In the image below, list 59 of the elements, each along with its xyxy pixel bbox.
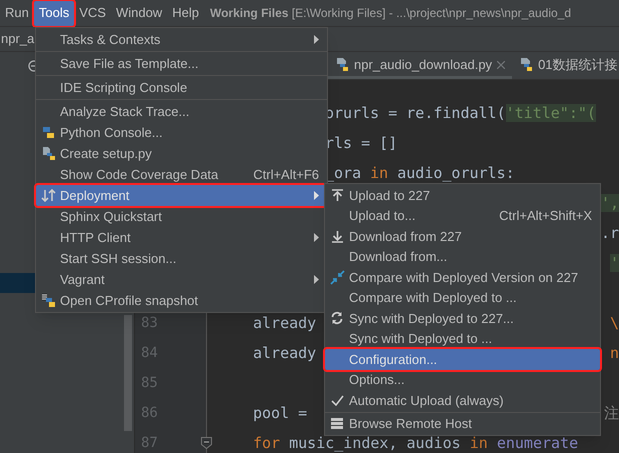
menu-item[interactable]: Open CProfile snapshot — [36, 290, 327, 311]
download-icon — [330, 230, 344, 243]
menu-item[interactable]: Python Console... — [36, 122, 327, 143]
project-tab[interactable]: npr_a — [1, 29, 34, 49]
menu-item[interactable]: Window — [110, 0, 168, 26]
python-file-icon — [335, 57, 349, 72]
server-list-icon — [330, 417, 344, 430]
code-text: pool = — [253, 402, 308, 424]
code-text: 注 — [604, 402, 619, 424]
menu-item[interactable]: Show Code Coverage Data Ctrl+Alt+F6 — [36, 164, 327, 185]
up-down-arrows-icon — [40, 189, 56, 202]
code-text: already — [253, 312, 316, 334]
check-icon — [330, 394, 344, 406]
menu-item[interactable]: Deployment — [36, 185, 327, 206]
menu-item[interactable]: Options... — [325, 370, 600, 390]
python-icon — [40, 293, 56, 308]
menu-item[interactable]: Sync with Deployed to 227... — [325, 308, 600, 328]
menu-item[interactable]: Upload to 227 — [325, 185, 600, 206]
code-text: .r — [600, 222, 619, 244]
menu-item[interactable]: Sync with Deployed to ... — [325, 328, 600, 349]
code-text: already — [253, 342, 316, 364]
menu-item[interactable]: Run — [0, 0, 34, 26]
close-icon[interactable] — [497, 60, 506, 68]
menu-item[interactable]: Browse Remote Host — [325, 414, 600, 434]
menu-item[interactable]: Start SSH session... — [36, 248, 327, 269]
python-file-icon — [519, 57, 534, 72]
menu-item[interactable]: Analyze Stack Trace... — [36, 101, 327, 122]
code-text: _ora in audio_orurls: — [325, 162, 515, 184]
editor-tab[interactable]: 01数据统计接 — [512, 53, 619, 79]
code-text: \ — [610, 312, 619, 334]
menu-item[interactable]: Configuration... — [325, 349, 600, 370]
menu-item[interactable]: Compare with Deployed to ... — [325, 288, 600, 308]
scrollbar-thumb[interactable] — [124, 315, 132, 431]
menu-item[interactable]: Compare with Deployed Version on 227 — [325, 267, 600, 288]
code-text: ', — [600, 192, 619, 214]
menu-item[interactable]: IDE Scripting Console — [36, 77, 327, 98]
fold-icon[interactable] — [201, 437, 212, 449]
menu-item[interactable]: Upload to... Ctrl+Alt+Shift+X — [325, 206, 600, 226]
code-text: n — [610, 342, 619, 364]
upload-icon — [330, 188, 344, 202]
sync-icon — [330, 311, 344, 326]
menu-item[interactable]: Vagrant — [36, 269, 327, 290]
menu-item[interactable]: Download from... — [325, 246, 600, 267]
menu-item[interactable]: Help — [167, 0, 204, 26]
menu-item[interactable]: Save File as Template... — [36, 53, 327, 74]
menu-item[interactable]: Tools — [34, 0, 74, 26]
menu-item[interactable]: Sphinx Quickstart — [36, 206, 327, 227]
compare-arrows-icon — [330, 270, 344, 285]
menu-item[interactable]: Tasks & Contexts — [36, 29, 327, 50]
python-file-icon — [40, 146, 56, 161]
window-title: Working Files [E:\Working Files] - ...\project\npr_news\npr_audio_d — [210, 5, 572, 22]
code-text: ' — [610, 252, 619, 274]
menu-item[interactable]: VCS — [74, 0, 111, 26]
menu-item[interactable]: HTTP Client — [36, 227, 327, 248]
menu-item[interactable]: Automatic Upload (always) — [325, 390, 600, 410]
python-icon — [40, 125, 56, 140]
menu-item[interactable]: Create setup.py — [36, 143, 327, 164]
code-text: for music_index, audios in enumerate — [253, 432, 578, 453]
menu-item[interactable]: Download from 227 — [325, 226, 600, 246]
